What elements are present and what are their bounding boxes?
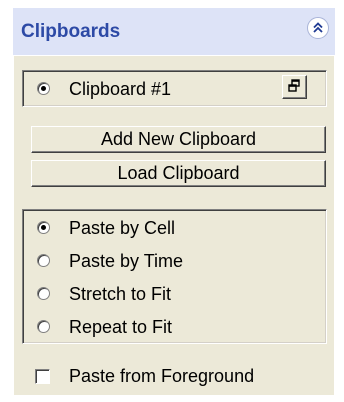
paste-by-time-label: Paste by Time <box>69 251 184 271</box>
stretch-to-fit-label: Stretch to Fit <box>69 284 172 304</box>
clipboard-1-radio[interactable] <box>37 82 50 95</box>
repeat-to-fit-radio[interactable] <box>37 320 50 333</box>
paste-by-time-radio[interactable] <box>37 254 50 267</box>
collapse-button[interactable] <box>307 17 329 39</box>
restore-clipboard-button[interactable] <box>282 75 307 99</box>
paste-from-foreground-checkbox[interactable] <box>35 369 50 384</box>
panel-header[interactable]: Clipboards <box>13 8 335 55</box>
paste-from-foreground-label: Paste from Foreground <box>69 366 255 386</box>
panel-title: Clipboards <box>21 21 121 42</box>
restore-window-icon <box>288 79 300 92</box>
clipboard-1-label: Clipboard #1 <box>69 79 172 99</box>
stretch-to-fit-radio[interactable] <box>37 287 50 300</box>
add-new-clipboard-button[interactable]: Add New Clipboard <box>31 126 326 153</box>
load-clipboard-button[interactable]: Load Clipboard <box>31 160 326 187</box>
paste-by-cell-label: Paste by Cell <box>69 218 176 238</box>
paste-by-cell-radio[interactable] <box>37 221 50 234</box>
double-chevron-up-icon <box>313 22 323 33</box>
repeat-to-fit-label: Repeat to Fit <box>69 317 173 337</box>
